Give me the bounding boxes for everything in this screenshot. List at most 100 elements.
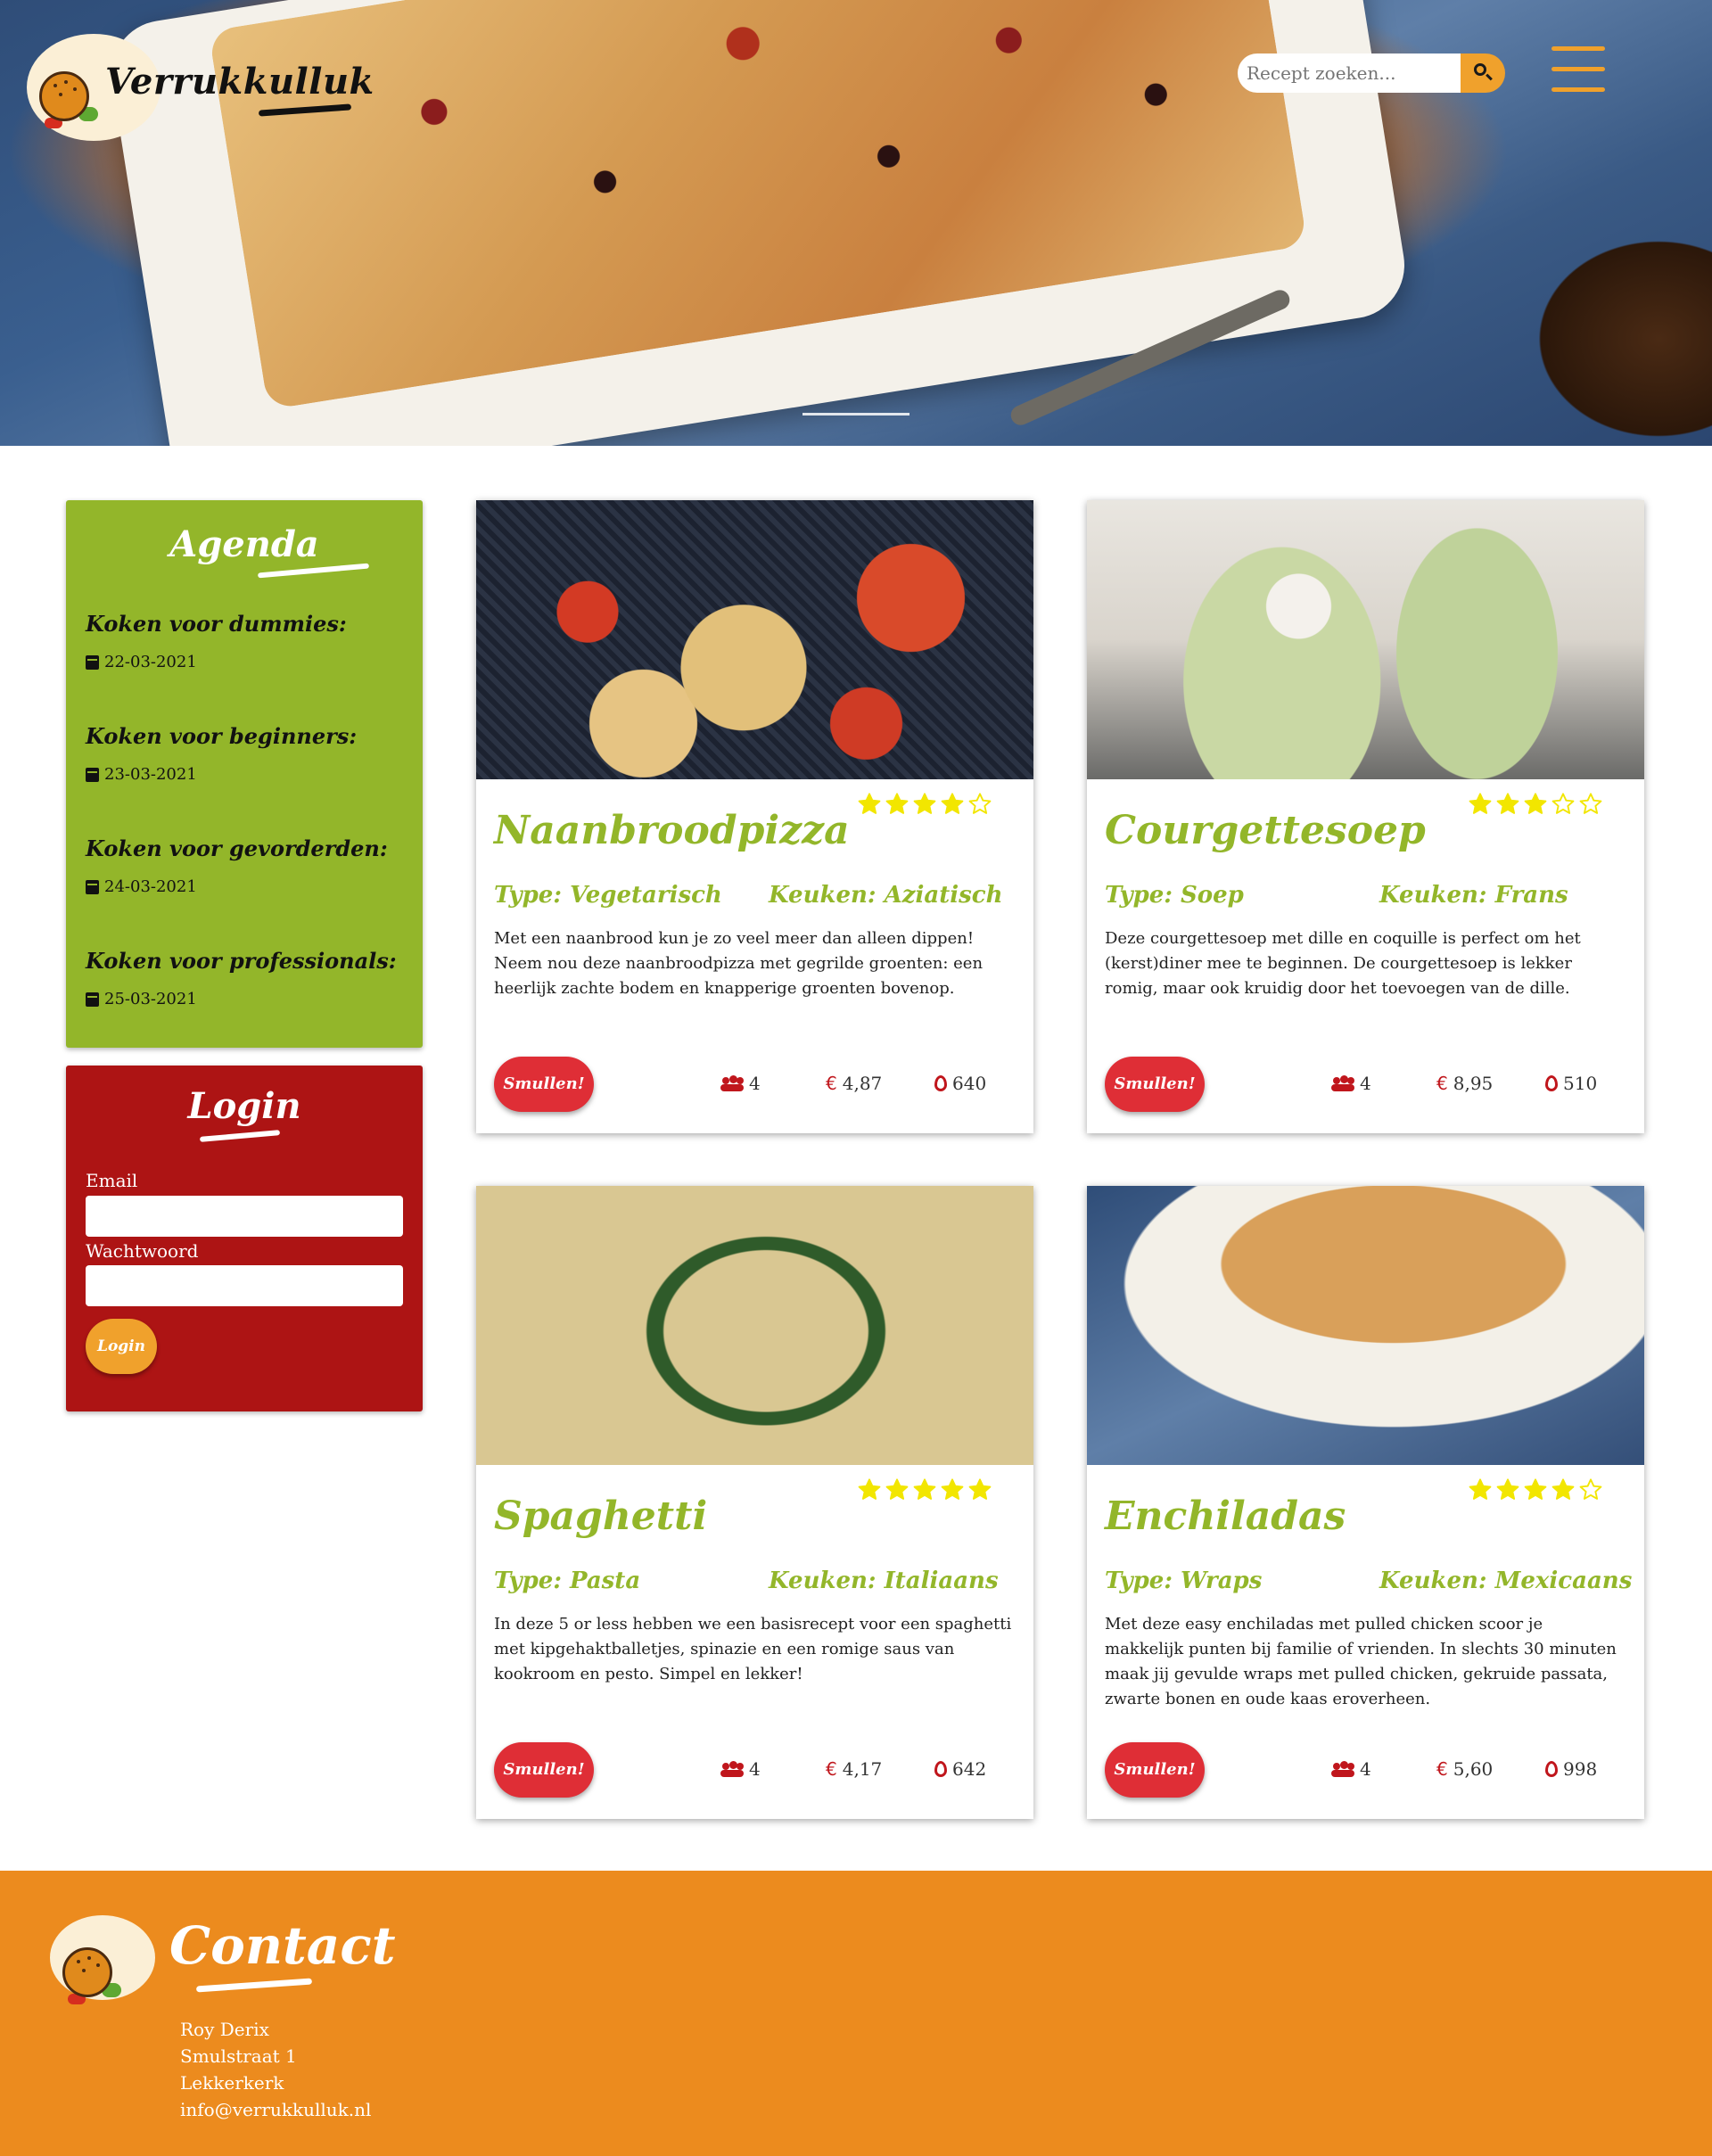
event-name: Koken voor beginners: bbox=[86, 723, 358, 749]
star-icon[interactable] bbox=[912, 1477, 937, 1502]
flame-icon bbox=[934, 1075, 947, 1091]
rating[interactable] bbox=[857, 792, 992, 817]
star-icon[interactable] bbox=[1495, 792, 1520, 817]
people-count: 4 bbox=[720, 1758, 761, 1780]
slider-indicator[interactable] bbox=[802, 413, 910, 416]
star-icon[interactable] bbox=[1523, 792, 1548, 817]
calories: 510 bbox=[1545, 1073, 1597, 1094]
price: €4,17 bbox=[826, 1758, 883, 1780]
event-date: 22-03-2021 bbox=[104, 653, 197, 671]
rating[interactable] bbox=[1468, 792, 1603, 817]
email-label: Email bbox=[86, 1170, 138, 1191]
recipe-description: Deze courgettesoep met dille en coquille… bbox=[1105, 929, 1581, 998]
people-count: 4 bbox=[720, 1073, 761, 1094]
star-icon[interactable] bbox=[940, 1477, 965, 1502]
footer-logo-burger-icon bbox=[55, 1942, 121, 2004]
search-input[interactable] bbox=[1238, 53, 1461, 93]
event-date: 25-03-2021 bbox=[104, 990, 197, 1008]
star-icon[interactable] bbox=[1468, 1477, 1493, 1502]
people-icon bbox=[720, 1761, 744, 1777]
contact-city: Lekkerkerk bbox=[180, 2072, 284, 2094]
recipe-cuisine: Keuken: Frans bbox=[1379, 882, 1568, 909]
star-icon[interactable] bbox=[940, 792, 965, 817]
site-logo[interactable]: Verrukkulluk bbox=[27, 34, 374, 154]
price: €4,87 bbox=[826, 1073, 883, 1094]
contact-street: Smulstraat 1 bbox=[180, 2045, 297, 2067]
smullen-button[interactable]: Smullen! bbox=[494, 1057, 594, 1112]
recipe-title[interactable]: Naanbroodpizza bbox=[494, 808, 850, 853]
agenda-event[interactable]: Koken voor professionals: 25-03-2021 bbox=[86, 948, 397, 1008]
people-count: 4 bbox=[1331, 1073, 1371, 1094]
event-name: Koken voor dummies: bbox=[86, 611, 347, 637]
star-icon[interactable] bbox=[885, 792, 910, 817]
logo-burger-icon bbox=[32, 66, 98, 128]
recipe-image[interactable] bbox=[1087, 1186, 1644, 1465]
search-button[interactable] bbox=[1461, 53, 1505, 93]
recipe-image[interactable] bbox=[476, 1186, 1033, 1465]
password-field[interactable] bbox=[86, 1265, 403, 1306]
rating[interactable] bbox=[1468, 1477, 1603, 1502]
agenda-panel: Agenda Koken voor dummies: 22-03-2021 Ko… bbox=[66, 500, 423, 1048]
recipe-description: Met deze easy enchiladas met pulled chic… bbox=[1105, 1615, 1617, 1708]
star-icon[interactable] bbox=[1468, 792, 1493, 817]
star-icon[interactable] bbox=[967, 1477, 992, 1502]
star-icon[interactable] bbox=[967, 792, 992, 817]
star-icon[interactable] bbox=[1551, 1477, 1576, 1502]
star-icon[interactable] bbox=[857, 792, 882, 817]
contact-name: Roy Derix bbox=[180, 2019, 269, 2040]
recipe-type: Type: Soep bbox=[1105, 882, 1244, 909]
star-icon[interactable] bbox=[1578, 1477, 1603, 1502]
recipe-title[interactable]: Courgettesoep bbox=[1105, 808, 1426, 853]
star-icon[interactable] bbox=[857, 1477, 882, 1502]
smullen-button[interactable]: Smullen! bbox=[1105, 1742, 1205, 1798]
calories: 642 bbox=[934, 1758, 986, 1780]
email-field[interactable] bbox=[86, 1196, 403, 1237]
smullen-button[interactable]: Smullen! bbox=[1105, 1057, 1205, 1112]
euro-icon: € bbox=[1436, 1758, 1448, 1780]
menu-icon[interactable] bbox=[1552, 45, 1605, 95]
contact-email[interactable]: info@verrukkulluk.nl bbox=[180, 2099, 371, 2120]
calendar-icon bbox=[86, 767, 99, 782]
recipe-description: Met een naanbrood kun je zo veel meer da… bbox=[494, 929, 984, 998]
people-icon bbox=[1331, 1075, 1354, 1091]
smullen-button[interactable]: Smullen! bbox=[494, 1742, 594, 1798]
calories: 640 bbox=[934, 1073, 986, 1094]
recipe-card: Spaghetti Type: Pasta Keuken: Italiaans … bbox=[476, 1186, 1033, 1819]
flame-icon bbox=[934, 1761, 947, 1777]
footer: Contact Roy Derix Smulstraat 1 Lekkerker… bbox=[0, 1871, 1712, 2156]
people-icon bbox=[1331, 1761, 1354, 1777]
search-bar bbox=[1238, 53, 1505, 93]
calendar-icon bbox=[86, 879, 99, 894]
login-title: Login bbox=[187, 1085, 301, 1127]
recipe-cuisine: Keuken: Mexicaans bbox=[1379, 1568, 1633, 1594]
price: €8,95 bbox=[1436, 1073, 1494, 1094]
recipe-description: In deze 5 or less hebben we een basisrec… bbox=[494, 1615, 1012, 1683]
calories: 998 bbox=[1545, 1758, 1597, 1780]
star-icon[interactable] bbox=[1495, 1477, 1520, 1502]
star-icon[interactable] bbox=[1578, 792, 1603, 817]
event-date: 24-03-2021 bbox=[104, 877, 197, 896]
recipe-image[interactable] bbox=[476, 500, 1033, 779]
flame-icon bbox=[1545, 1075, 1558, 1091]
recipe-image[interactable] bbox=[1087, 500, 1644, 779]
star-icon[interactable] bbox=[1551, 792, 1576, 817]
star-icon[interactable] bbox=[885, 1477, 910, 1502]
brand-name: Verrukkulluk bbox=[105, 61, 374, 103]
agenda-event[interactable]: Koken voor dummies: 22-03-2021 bbox=[86, 611, 347, 671]
flame-icon bbox=[1545, 1761, 1558, 1777]
agenda-event[interactable]: Koken voor beginners: 23-03-2021 bbox=[86, 723, 357, 784]
login-panel: Login Email Wachtwoord Login bbox=[66, 1066, 423, 1411]
star-icon[interactable] bbox=[912, 792, 937, 817]
calendar-icon bbox=[86, 654, 99, 670]
login-button[interactable]: Login bbox=[86, 1319, 157, 1374]
rating[interactable] bbox=[857, 1477, 992, 1502]
event-name: Koken voor professionals: bbox=[86, 948, 397, 974]
recipe-title[interactable]: Spaghetti bbox=[494, 1494, 707, 1539]
star-icon[interactable] bbox=[1523, 1477, 1548, 1502]
agenda-event[interactable]: Koken voor gevorderden: 24-03-2021 bbox=[86, 835, 388, 896]
recipe-title[interactable]: Enchiladas bbox=[1105, 1494, 1346, 1539]
recipe-cuisine: Keuken: Aziatisch bbox=[769, 882, 1003, 909]
contact-title: Contact bbox=[169, 1915, 396, 1976]
recipe-card: Enchiladas Type: Wraps Keuken: Mexicaans… bbox=[1087, 1186, 1644, 1819]
password-label: Wachtwoord bbox=[86, 1240, 199, 1262]
